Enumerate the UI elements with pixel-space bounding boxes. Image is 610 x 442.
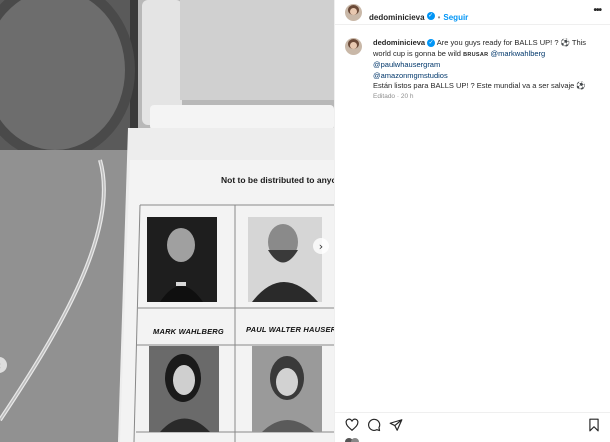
next-image-button[interactable]: › [313, 238, 329, 254]
post-header-user: dedominicieva ✓ • Seguir [369, 7, 468, 25]
edited-label: Editado [373, 93, 396, 100]
post-header: dedominicieva ✓ • Seguir ••• [335, 0, 610, 25]
verified-badge-icon: ✓ [426, 11, 435, 20]
paper-header-text: Not to be distributed to anyon [221, 175, 334, 185]
caption-text-es: Están listos para BALLS UP! ? Este mundi… [373, 81, 586, 90]
chevron-left-icon: ‹ [0, 359, 1, 372]
more-options-icon[interactable]: ••• [593, 5, 601, 16]
post-photo [0, 0, 334, 442]
avatar[interactable] [345, 4, 362, 21]
share-icon[interactable] [389, 418, 403, 432]
chevron-right-icon: › [318, 239, 324, 253]
verified-badge-icon: ✓ [427, 39, 436, 48]
liker-avatar[interactable] [351, 438, 359, 442]
edited-timestamp: Editado · 20 h [373, 93, 414, 100]
mention-paulwhausergram[interactable]: @paulwhausergram [373, 60, 440, 69]
mention-amazonmgmstudios[interactable]: @amazonmgmstudios [373, 71, 448, 80]
post-media: Not to be distributed to anyon MARK WAHL… [0, 0, 334, 442]
portrait-caption-right: PAUL WALTER HAUSER [246, 325, 334, 334]
mention-markwahlberg[interactable]: @markwahlberg [490, 49, 545, 58]
caption-brusar: BRUSAR [463, 51, 489, 58]
post-caption: dedominicieva ✓ Are you guys ready for BA… [373, 38, 603, 92]
bookmark-icon[interactable] [587, 418, 601, 432]
comment-icon[interactable] [367, 418, 381, 432]
caption-avatar[interactable] [345, 38, 362, 55]
time-ago[interactable]: 20 h [401, 93, 414, 100]
username-link[interactable]: dedominicieva [369, 13, 425, 22]
portrait-caption-left: MARK WAHLBERG [153, 327, 224, 336]
caption-username-link[interactable]: dedominicieva [373, 38, 425, 47]
separator-dot: • [437, 13, 441, 22]
post-side-panel: dedominicieva ✓ • Seguir ••• dedominicieva ✓… [334, 0, 610, 442]
heart-icon[interactable] [345, 418, 359, 432]
post-actions-bar [335, 412, 610, 434]
follow-button[interactable]: Seguir [443, 13, 468, 22]
